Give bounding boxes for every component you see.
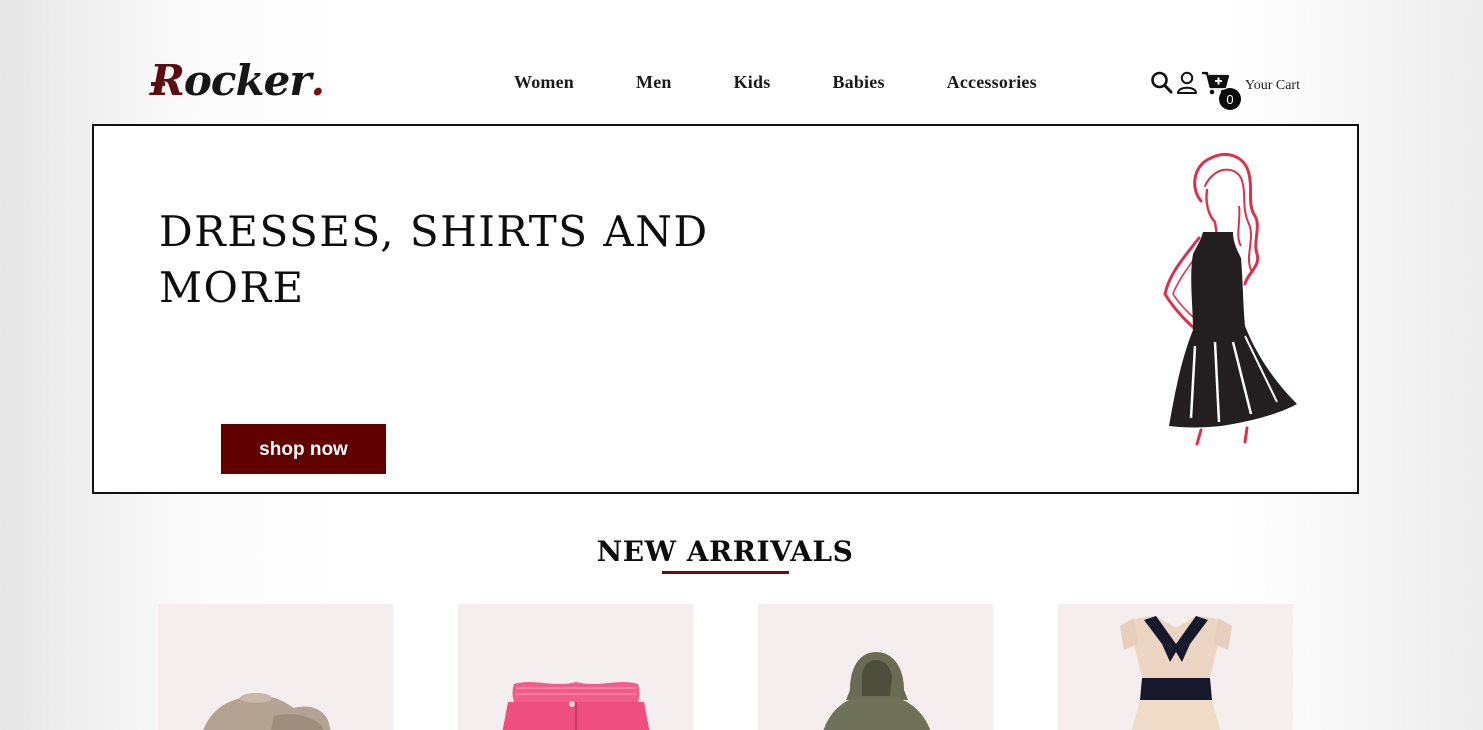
product-card-3[interactable] — [758, 604, 993, 730]
hero-banner: DRESSES, SHIRTS AND MORE shop now — [92, 124, 1359, 494]
beige-sweater-image — [203, 693, 331, 730]
new-arrivals-title: NEW ARRIVALS — [596, 535, 854, 568]
hero-title-line-2: MORE — [159, 263, 305, 312]
cart-button[interactable]: 0 — [1201, 70, 1241, 110]
nav-item-babies[interactable]: Babies — [801, 72, 915, 93]
olive-hoodie-image — [823, 652, 931, 730]
product-card-1[interactable] — [158, 604, 393, 730]
main-nav: Women Men Kids Babies Accessories — [483, 72, 1068, 93]
brand-logo-initial: R — [150, 56, 185, 105]
brand-logo[interactable]: Rocker. — [150, 56, 325, 108]
search-icon[interactable] — [1150, 70, 1174, 101]
product-card-2[interactable] — [458, 604, 693, 730]
brand-logo-dot: . — [310, 56, 325, 105]
hero-title: DRESSES, SHIRTS AND MORE — [159, 204, 719, 316]
woman-dress-illustration — [1163, 153, 1297, 446]
nav-item-kids[interactable]: Kids — [703, 72, 802, 93]
nav-item-men[interactable]: Men — [605, 72, 703, 93]
nav-item-accessories[interactable]: Accessories — [916, 72, 1068, 93]
your-cart-link[interactable]: Your Cart — [1245, 78, 1300, 94]
header-actions: 0 Your Cart — [1150, 70, 1300, 110]
user-icon[interactable] — [1175, 70, 1199, 101]
brand-logo-text: ocker — [183, 56, 312, 105]
pink-shorts-image — [502, 682, 650, 730]
title-underline — [662, 571, 789, 574]
beige-navy-dress-image — [1120, 616, 1232, 730]
nav-item-women[interactable]: Women — [483, 72, 605, 93]
hero-title-line-1: DRESSES, SHIRTS AND — [159, 207, 709, 256]
shop-now-button[interactable]: shop now — [221, 424, 386, 474]
cart-count-badge: 0 — [1219, 88, 1241, 110]
product-card-4[interactable] — [1058, 604, 1293, 730]
